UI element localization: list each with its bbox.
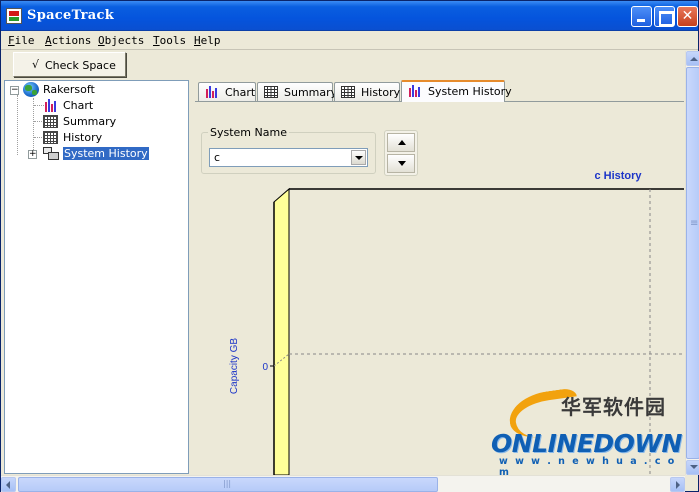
grid-icon (341, 86, 355, 98)
horizontal-scrollbar[interactable] (1, 475, 685, 492)
tree-expand-toggle[interactable]: + (28, 150, 37, 159)
scroll-down-button[interactable] (686, 460, 699, 475)
close-button[interactable]: ✕ (677, 6, 698, 27)
tree-item-label: Summary (63, 115, 117, 128)
axis-wall (273, 187, 290, 475)
history-chart: c History 0 Capacity GB (229, 170, 684, 475)
tree-item-label: History (63, 131, 103, 144)
tree-collapse-toggle[interactable]: − (10, 86, 19, 95)
app-icon[interactable] (6, 8, 22, 24)
tab-label: History (361, 86, 401, 99)
minimize-button[interactable] (631, 6, 652, 27)
menu-bar: File Actions Objects Tools Help (1, 31, 698, 50)
window-title: SpaceTrack (27, 8, 115, 23)
tab-label: Chart (225, 86, 256, 99)
y-tick-label: 0 (262, 362, 268, 373)
tree-item-label: Rakersoft (43, 83, 95, 96)
menu-objects[interactable]: Objects (98, 34, 144, 47)
vertical-scrollbar[interactable] (685, 51, 699, 475)
computers-icon (43, 146, 59, 161)
check-space-label: Check Space (45, 59, 116, 72)
title-bar[interactable]: SpaceTrack ✕ (1, 1, 698, 31)
grid-icon (264, 86, 278, 98)
tab-content: System Name c c History 0 Capacity GB (195, 101, 684, 475)
checkmark-icon: √ (32, 58, 40, 71)
tab-history[interactable]: History (334, 82, 400, 102)
menu-help[interactable]: Help (194, 34, 221, 47)
tab-summary[interactable]: Summary (257, 82, 337, 102)
menu-actions[interactable]: Actions (45, 34, 91, 47)
grid-icon (43, 131, 58, 144)
content-panel: Chart Summary History System History Sys… (194, 80, 684, 475)
toolbar: √ Check Space (1, 51, 685, 79)
check-space-button[interactable]: √ Check Space (13, 52, 126, 77)
horizontal-scroll-thumb[interactable] (18, 477, 438, 492)
app-window: SpaceTrack ✕ File Actions Objects Tools … (0, 0, 699, 492)
chart-title: c History (594, 170, 642, 182)
bar-chart-icon (206, 86, 217, 98)
maximize-button[interactable] (654, 6, 675, 27)
spin-up-button[interactable] (387, 133, 415, 152)
scroll-left-button[interactable] (1, 477, 16, 492)
menu-file[interactable]: File (8, 34, 35, 47)
bar-chart-icon (409, 85, 420, 97)
bar-chart-icon (43, 98, 59, 113)
tree-item-label: Chart (63, 99, 94, 112)
tab-label: Summary (284, 86, 338, 99)
close-icon: ✕ (681, 8, 694, 24)
y-axis-label: Capacity GB (229, 338, 240, 394)
tab-system-history[interactable]: System History (401, 80, 512, 102)
globe-icon (23, 82, 39, 97)
tree-item-label: System History (63, 147, 149, 160)
scroll-right-button[interactable] (670, 477, 685, 492)
scroll-up-button[interactable] (686, 51, 699, 66)
menu-tools[interactable]: Tools (153, 34, 186, 47)
vertical-scroll-thumb[interactable] (686, 67, 699, 459)
grid-icon (43, 115, 58, 128)
navigation-tree[interactable]: − Rakersoft Chart Summary History + Syst… (4, 80, 189, 474)
tab-label: System History (428, 85, 512, 98)
tab-chart[interactable]: Chart (198, 82, 256, 102)
system-name-label: System Name (208, 126, 289, 139)
